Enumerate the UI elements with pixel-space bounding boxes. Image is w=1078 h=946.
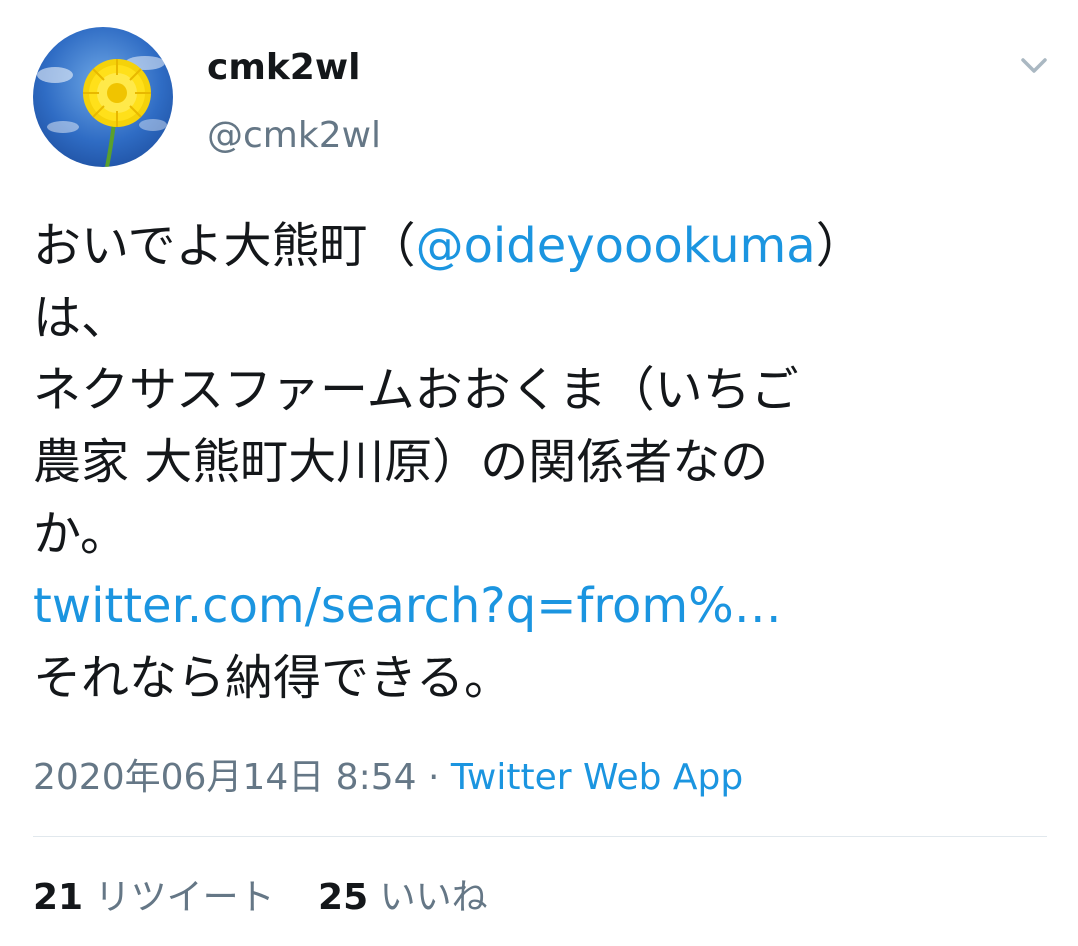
dandelion-avatar-icon bbox=[33, 27, 173, 167]
tweet-line: は、 bbox=[33, 290, 130, 346]
user-handle[interactable]: @cmk2wl bbox=[207, 112, 381, 160]
divider bbox=[33, 836, 1047, 837]
tweet-line: それなら納得できる。 bbox=[33, 650, 513, 706]
avatar[interactable] bbox=[33, 27, 173, 167]
like-stat[interactable]: 25 いいね bbox=[318, 877, 488, 918]
retweet-count: 21 bbox=[33, 877, 84, 918]
url-link[interactable]: twitter.com/search?q=from%… bbox=[33, 578, 782, 634]
tweet-text: おいでよ大熊町（@oideyoookuma） は、 ネクサスファームおおくま（い… bbox=[33, 210, 1043, 714]
tweet-text-segment: ） bbox=[815, 218, 864, 274]
tweet-stats: 21 リツイート 25 いいね bbox=[33, 872, 520, 924]
like-label: いいね bbox=[379, 877, 488, 918]
meta-separator: · bbox=[416, 757, 451, 798]
chevron-down-icon bbox=[1021, 58, 1047, 73]
tweet-line: ネクサスファームおおくま（いちご bbox=[33, 362, 799, 418]
mention-link[interactable]: @oideyoookuma bbox=[416, 218, 816, 274]
tweet-meta: 2020年06月14日 8:54 · Twitter Web App bbox=[33, 752, 743, 804]
tweet-menu-button[interactable] bbox=[1014, 48, 1054, 84]
display-name[interactable]: cmk2wl bbox=[207, 44, 360, 92]
timestamp[interactable]: 2020年06月14日 8:54 bbox=[33, 757, 417, 798]
tweet-line: おいでよ大熊町（@oideyoookuma） bbox=[33, 210, 1043, 282]
retweet-label: リツイート bbox=[94, 877, 275, 918]
tweet-line: 農家 大熊町大川原）の関係者なの bbox=[33, 434, 769, 490]
retweet-stat[interactable]: 21 リツイート bbox=[33, 877, 275, 918]
tweet-line: か。 bbox=[33, 506, 129, 562]
like-count: 25 bbox=[318, 877, 369, 918]
source-link[interactable]: Twitter Web App bbox=[451, 757, 743, 798]
tweet-text-segment: おいでよ大熊町（ bbox=[33, 218, 416, 274]
